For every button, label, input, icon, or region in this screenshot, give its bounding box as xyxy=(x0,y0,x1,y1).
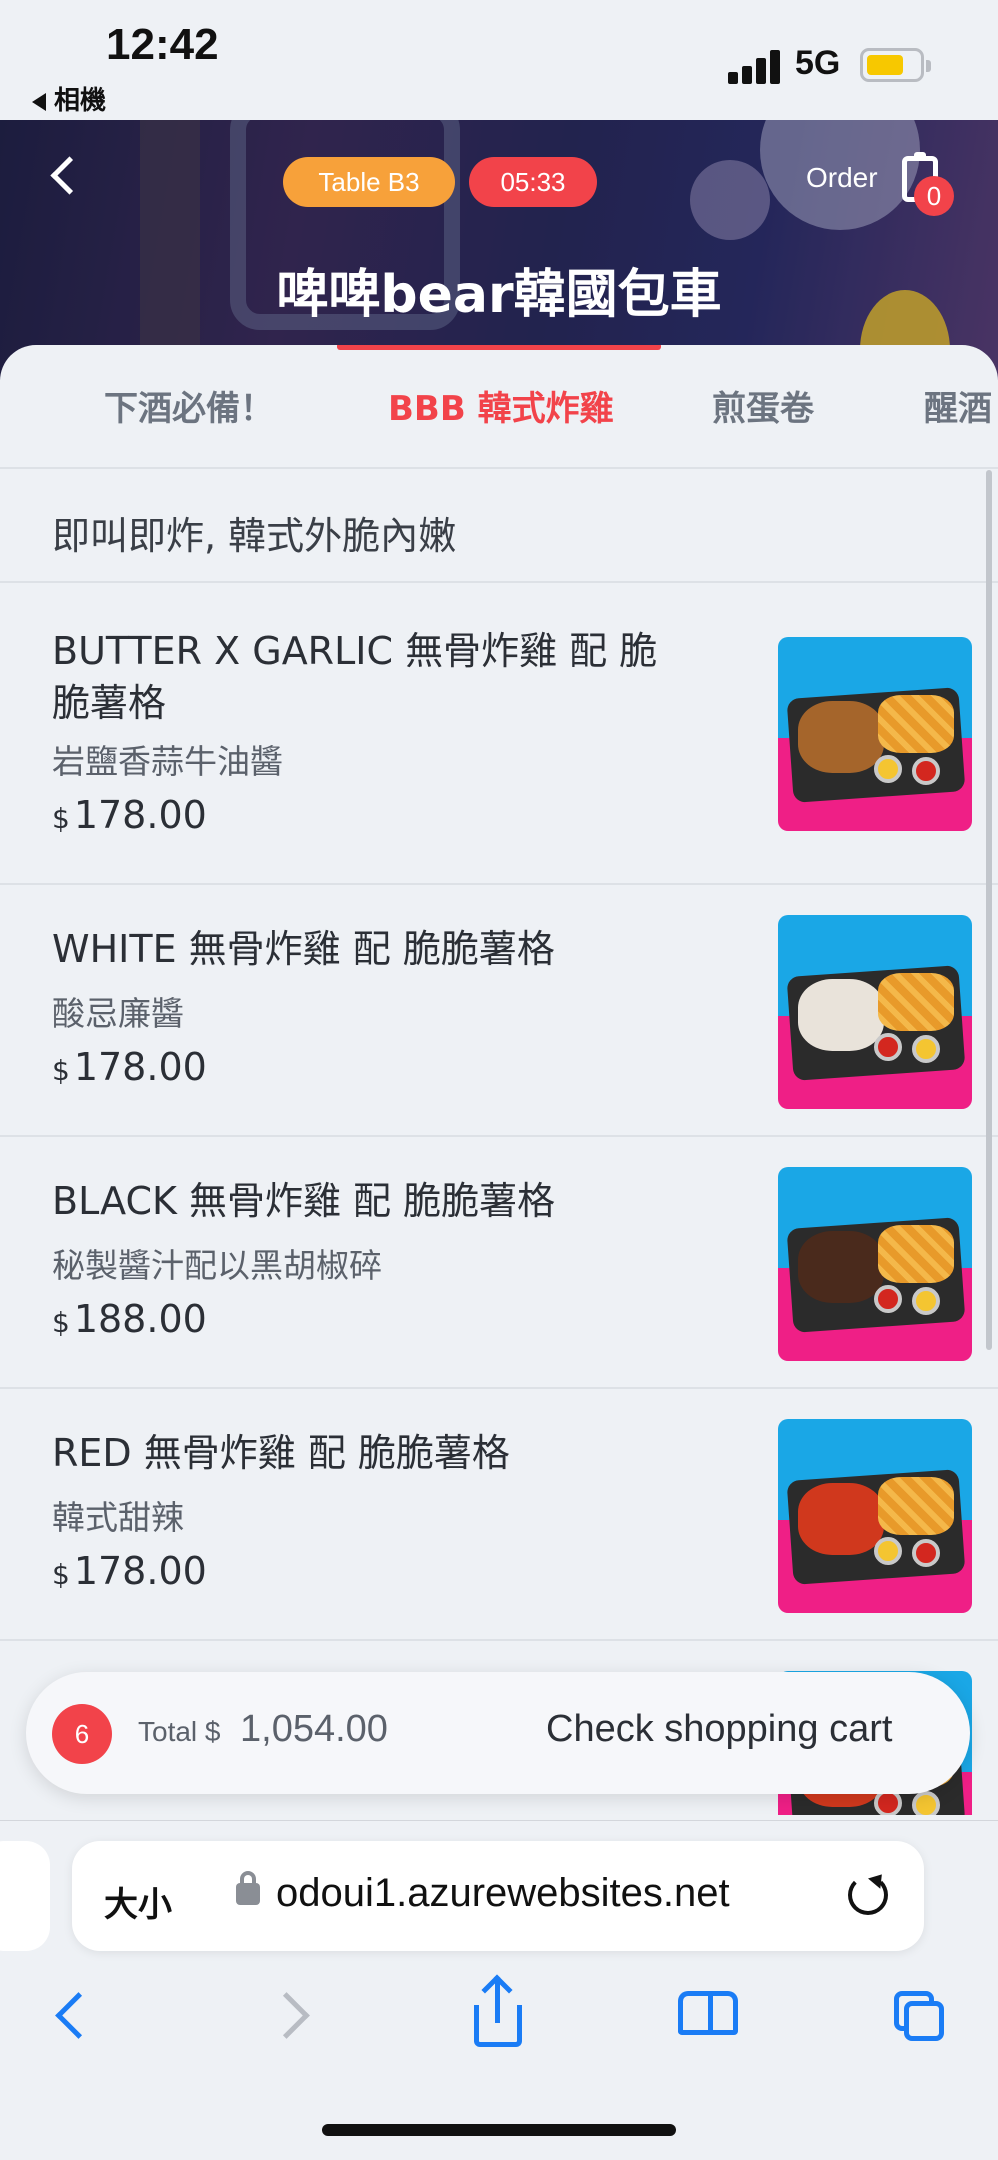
back-button[interactable] xyxy=(44,152,84,202)
scrollbar[interactable] xyxy=(986,470,992,1350)
item-price: $178.00 xyxy=(52,1045,207,1089)
home-indicator[interactable] xyxy=(322,2124,676,2136)
tab-hangover[interactable]: 醒酒 xyxy=(924,381,992,430)
currency-symbol: $ xyxy=(52,1054,70,1087)
tab-korean-fried-chicken[interactable]: BBB 韓式炸雞 xyxy=(388,381,614,430)
item-name: BUTTER X GARLIC 無骨炸雞 配 脆脆薯格 xyxy=(52,629,658,725)
back-triangle-icon xyxy=(32,92,46,111)
tab-omelette-roll[interactable]: 煎蛋卷 xyxy=(712,381,814,430)
price-value: 178.00 xyxy=(73,1045,207,1089)
browser-back-button[interactable] xyxy=(44,1985,104,2045)
address-bar[interactable]: 大小 odoui1.azurewebsites.net xyxy=(72,1841,924,1951)
store-title: 啤啤bear韓國包車 xyxy=(276,265,722,325)
item-photo[interactable] xyxy=(778,1167,972,1361)
order-link[interactable]: Order xyxy=(806,162,878,194)
cart-total-value: 1,054.00 xyxy=(240,1708,388,1750)
category-description: 即叫即炸, 韓式外脆內嫩 xyxy=(0,471,998,583)
status-time: 12:42 xyxy=(106,20,219,69)
item-description: 岩鹽香蒜牛油醬 xyxy=(52,742,283,781)
lock-icon xyxy=(236,1871,260,1905)
item-photo[interactable] xyxy=(778,915,972,1109)
menu-item[interactable]: RED 無骨炸雞 配 脆脆薯格 韓式甜辣 $178.00 xyxy=(0,1391,998,1641)
item-name: WHITE 無骨炸雞 配 脆脆薯格 xyxy=(52,927,555,971)
browser-toolbar: 大小 odoui1.azurewebsites.net xyxy=(0,1820,998,2160)
timer-badge: 05:33 xyxy=(469,157,597,207)
menu-sheet: 下酒必備！ BBB 韓式炸雞 煎蛋卷 醒酒 即叫即炸, 韓式外脆內嫩 BUTTE… xyxy=(0,345,998,1815)
currency-symbol: $ xyxy=(52,1306,70,1339)
text-size-button[interactable]: 大小 xyxy=(104,1877,172,1926)
share-icon[interactable] xyxy=(468,1974,528,2047)
table-badge: Table B3 xyxy=(283,157,455,207)
item-price: $178.00 xyxy=(52,793,207,837)
menu-item[interactable]: BLACK 無骨炸雞 配 脆脆薯格 秘製醬汁配以黑胡椒碎 $188.00 xyxy=(0,1139,998,1389)
reload-icon[interactable] xyxy=(848,1875,888,1915)
active-tab-indicator xyxy=(337,345,661,350)
item-description: 韓式甜辣 xyxy=(52,1498,184,1537)
item-photo[interactable] xyxy=(778,637,972,831)
tab-drinking-snacks[interactable]: 下酒必備！ xyxy=(104,381,274,430)
item-description: 秘製醬汁配以黑胡椒碎 xyxy=(52,1246,382,1285)
battery-icon xyxy=(860,48,931,82)
price-value: 178.00 xyxy=(73,1549,207,1593)
cart-bar[interactable]: 6 Total $ 1,054.00 Check shopping cart xyxy=(26,1672,970,1794)
status-bar: 12:42 相機 5G xyxy=(0,0,998,120)
previous-tab-preview[interactable] xyxy=(0,1841,50,1951)
item-price: $178.00 xyxy=(52,1549,207,1593)
url-text[interactable]: odoui1.azurewebsites.net xyxy=(276,1871,730,1916)
price-value: 178.00 xyxy=(73,793,207,837)
tabs-icon[interactable] xyxy=(890,1985,950,2045)
item-name: BLACK 無骨炸雞 配 脆脆薯格 xyxy=(52,1179,556,1223)
item-photo[interactable] xyxy=(778,1419,972,1613)
order-count-badge: 0 xyxy=(914,176,954,216)
menu-item[interactable]: WHITE 無骨炸雞 配 脆脆薯格 酸忌廉醬 $178.00 xyxy=(0,887,998,1137)
browser-forward-button[interactable] xyxy=(262,1985,322,2045)
category-description-text: 即叫即炸, 韓式外脆內嫩 xyxy=(52,514,457,558)
category-tabs: 下酒必備！ BBB 韓式炸雞 煎蛋卷 醒酒 xyxy=(0,345,998,469)
check-cart-button[interactable]: Check shopping cart xyxy=(546,1708,892,1751)
cart-count-badge: 6 xyxy=(52,1704,112,1764)
back-app-label: 相機 xyxy=(54,86,107,116)
item-price: $188.00 xyxy=(52,1297,207,1341)
cell-signal-icon xyxy=(728,48,782,84)
price-value: 188.00 xyxy=(73,1297,207,1341)
item-name: RED 無骨炸雞 配 脆脆薯格 xyxy=(52,1431,510,1475)
back-to-app-link[interactable]: 相機 xyxy=(32,80,106,117)
item-description: 酸忌廉醬 xyxy=(52,994,184,1033)
menu-item[interactable]: BUTTER X GARLIC 無骨炸雞 配 脆脆薯格 岩鹽香蒜牛油醬 $178… xyxy=(0,585,998,885)
currency-symbol: $ xyxy=(52,1558,70,1591)
cart-total-label: Total $ xyxy=(138,1716,221,1747)
currency-symbol: $ xyxy=(52,802,70,835)
network-type: 5G xyxy=(795,44,841,82)
bookmarks-icon[interactable] xyxy=(678,1985,738,2045)
